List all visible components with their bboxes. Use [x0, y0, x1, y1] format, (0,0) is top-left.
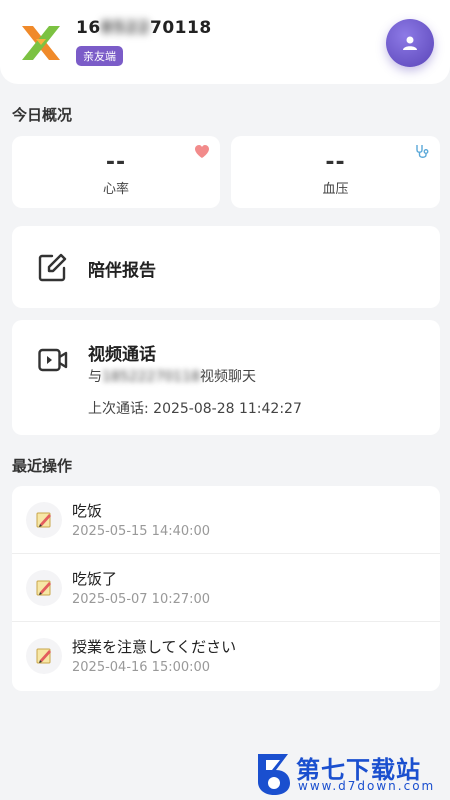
app-logo-icon [22, 26, 60, 60]
list-item[interactable]: 吃饭了 2025-05-07 10:27:00 [12, 554, 440, 622]
last-call-time: 上次通话: 2025-08-28 11:42:27 [88, 401, 302, 417]
video-call-description: 与18522270118视频聊天 [88, 369, 256, 385]
edit-icon [38, 253, 67, 282]
video-camera-icon [38, 348, 68, 372]
memo-icon [26, 502, 62, 538]
memo-icon [26, 638, 62, 674]
list-item-title: 吃饭了 [72, 570, 118, 588]
list-item-time: 2025-05-07 10:27:00 [72, 592, 211, 607]
list-item-title: 授業を注意してください [72, 638, 237, 656]
blood-pressure-card[interactable]: -- 血压 [231, 136, 440, 208]
avatar-button[interactable] [386, 19, 434, 67]
recent-title: 最近操作 [12, 457, 73, 475]
list-item[interactable]: 授業を注意してください 2025-04-16 15:00:00 [12, 622, 440, 690]
video-call-card[interactable]: 视频通话 与18522270118视频聊天 上次通话: 2025-08-28 1… [12, 320, 440, 435]
blood-pressure-label: 血压 [322, 182, 349, 197]
list-item[interactable]: 吃饭 2025-05-15 14:40:00 [12, 486, 440, 554]
list-item-title: 吃饭 [72, 502, 103, 520]
watermark-logo-icon [258, 754, 290, 795]
companion-report-title: 陪伴报告 [88, 261, 156, 281]
header: 16852270118 亲友端 [0, 0, 450, 84]
role-badge: 亲友端 [76, 46, 123, 66]
heart-rate-label: 心率 [102, 182, 129, 197]
recent-list: 吃饭 2025-05-15 14:40:00 吃饭了 2025-05-07 10… [12, 486, 440, 691]
list-item-time: 2025-05-15 14:40:00 [72, 524, 211, 539]
watermark-url: www.d7down.com [298, 779, 436, 793]
heart-rate-value: -- [105, 150, 127, 175]
site-watermark: 第七下载站 www.d7down.com [252, 748, 448, 798]
video-call-title: 视频通话 [88, 345, 156, 365]
overview-title: 今日概况 [12, 106, 73, 124]
user-phone: 16852270118 [76, 18, 212, 38]
list-item-time: 2025-04-16 15:00:00 [72, 660, 211, 675]
memo-icon [26, 570, 62, 606]
heart-rate-card[interactable]: -- 心率 [12, 136, 220, 208]
companion-report-card[interactable]: 陪伴报告 [12, 226, 440, 308]
blood-pressure-value: -- [325, 150, 346, 175]
user-icon [403, 36, 417, 50]
